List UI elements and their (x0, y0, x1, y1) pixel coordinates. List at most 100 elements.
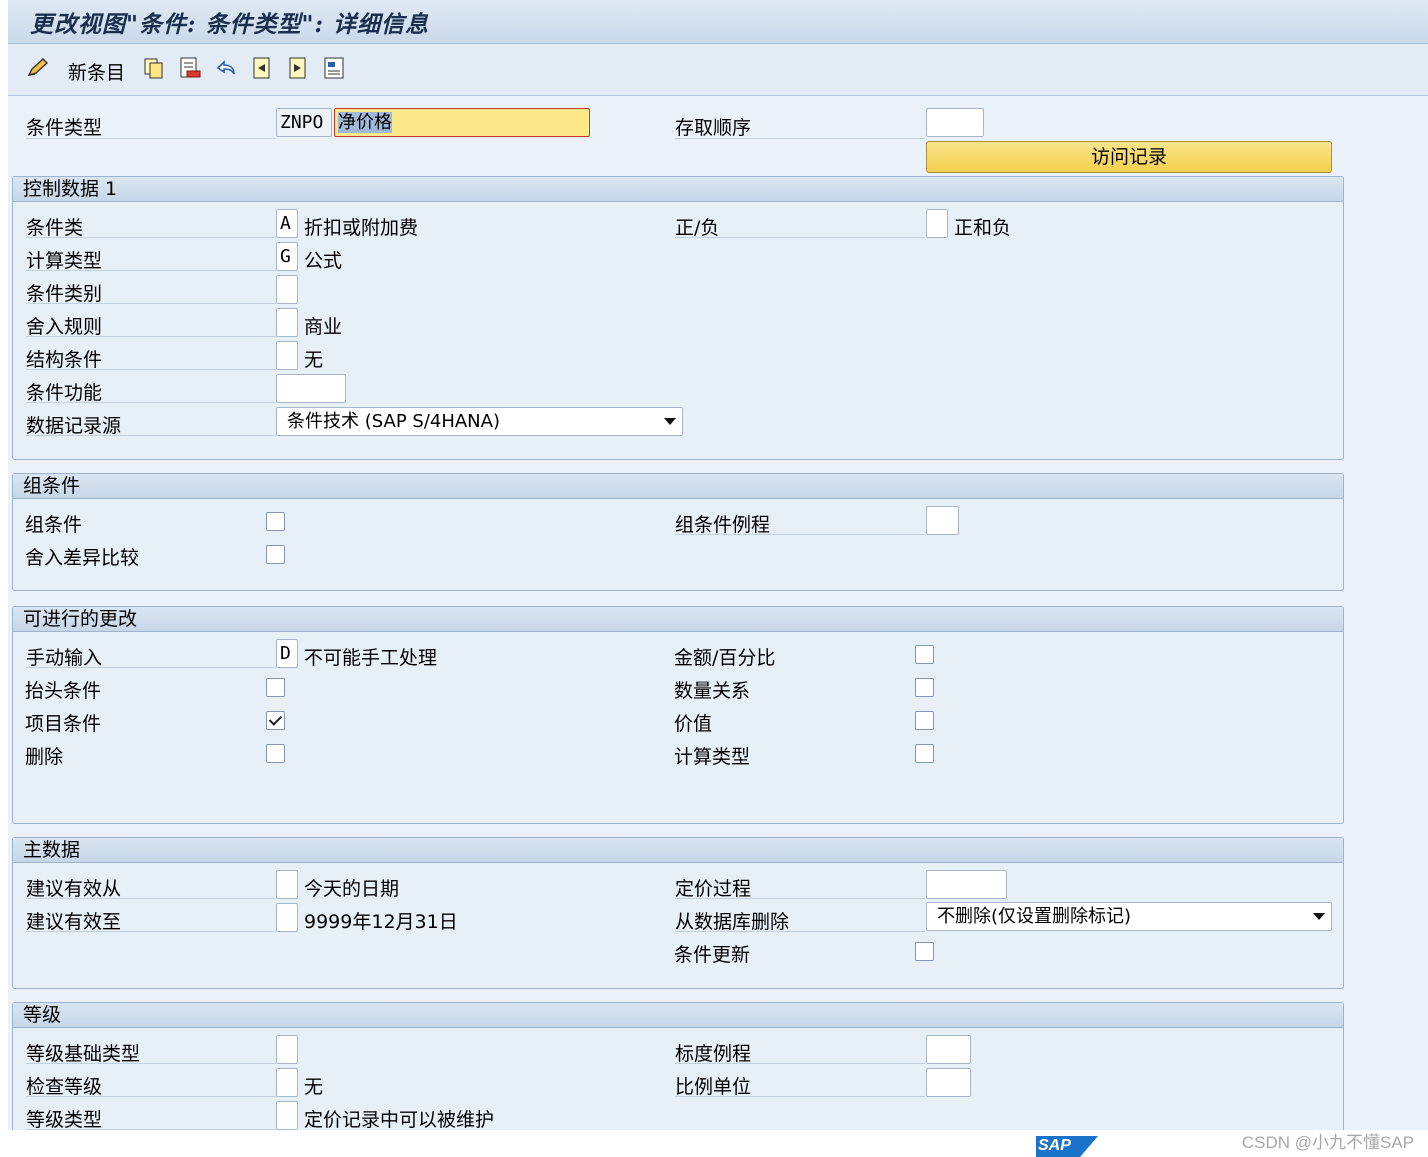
label-underline (675, 534, 925, 535)
chevron-down-icon[interactable] (664, 418, 676, 425)
scale-routine-label: 标度例程 (675, 1043, 752, 1065)
rounding-rule-text: 商业 (304, 316, 343, 338)
group-condition-checkbox[interactable] (266, 512, 285, 531)
pricing-procedure-field[interactable] (926, 870, 1007, 899)
other-entry-icon[interactable] (322, 56, 346, 80)
sap-logo-text: SAP (1038, 1137, 1071, 1154)
scale-type-field[interactable] (276, 1101, 298, 1130)
scale-routine-field[interactable] (926, 1035, 971, 1064)
access-sequence-field[interactable] (926, 108, 984, 137)
label-underline (675, 898, 925, 899)
rounding-diff-label: 舍入差异比较 (25, 547, 140, 569)
data-source-dropdown[interactable]: 条件技术 (SAP S/4HANA) (276, 407, 683, 436)
rounding-diff-checkbox[interactable] (266, 545, 285, 564)
label-underline (26, 667, 276, 668)
check-scale-field[interactable] (276, 1068, 298, 1097)
label-underline (26, 402, 276, 403)
calculation-type-label: 计算类型 (26, 250, 103, 272)
quantity-relation-label: 数量关系 (674, 680, 751, 702)
check-scale-text: 无 (304, 1076, 324, 1098)
rounding-rule-label: 舍入规则 (26, 316, 103, 338)
plus-minus-label: 正/负 (675, 217, 720, 239)
label-underline (675, 931, 925, 932)
condition-function-label: 条件功能 (26, 382, 103, 404)
condition-category-field[interactable] (276, 275, 298, 304)
application-toolbar: 新条目 (8, 44, 1428, 96)
valid-from-text: 今天的日期 (304, 878, 400, 900)
watermark-text: CSDN @小九不懂SAP (1241, 1133, 1414, 1152)
item-condition-label: 项目条件 (25, 713, 102, 735)
bottom-strip: SAP CSDN @小九不懂SAP (0, 1130, 1428, 1157)
copy-icon[interactable] (142, 56, 166, 80)
label-underline (26, 369, 276, 370)
condition-function-field[interactable] (276, 374, 346, 403)
header-condition-checkbox[interactable] (266, 678, 285, 697)
group-header: 组条件 (13, 474, 1343, 499)
valid-to-text: 9999年12月31日 (304, 911, 458, 933)
label-underline (26, 931, 276, 932)
delete-label: 删除 (25, 746, 64, 768)
scale-type-text: 定价记录中可以被维护 (304, 1109, 495, 1131)
label-underline (26, 435, 276, 436)
label-underline (675, 1096, 925, 1097)
label-underline (26, 1063, 276, 1064)
chevron-down-icon[interactable] (1313, 913, 1325, 920)
next-icon[interactable] (286, 56, 310, 80)
delete-icon[interactable] (178, 56, 202, 80)
delete-from-db-dropdown[interactable]: 不删除(仅设置删除标记) (926, 902, 1332, 931)
amount-percent-checkbox[interactable] (915, 645, 934, 664)
value-checkbox[interactable] (915, 711, 934, 730)
valid-to-field[interactable] (276, 903, 298, 932)
calc-type-change-label: 计算类型 (674, 746, 751, 768)
quantity-relation-checkbox[interactable] (915, 678, 934, 697)
edit-icon[interactable] (26, 56, 50, 80)
delete-checkbox[interactable] (266, 744, 285, 763)
undo-icon[interactable] (214, 56, 238, 80)
label-underline (26, 138, 276, 139)
calc-type-change-checkbox[interactable] (915, 744, 934, 763)
plus-minus-field[interactable] (926, 209, 948, 238)
group-header: 控制数据 1 (13, 177, 1343, 202)
structure-condition-label: 结构条件 (26, 349, 103, 371)
data-source-value: 条件技术 (SAP S/4HANA) (287, 411, 500, 432)
new-entry-button[interactable]: 新条目 (68, 58, 125, 85)
delete-from-db-label: 从数据库删除 (675, 911, 790, 933)
previous-icon[interactable] (250, 56, 274, 80)
calculation-type-field[interactable]: G (276, 242, 298, 271)
group-routine-label: 组条件例程 (675, 514, 771, 536)
label-underline (26, 898, 276, 899)
plus-minus-text: 正和负 (954, 217, 1012, 239)
valid-from-field[interactable] (276, 870, 298, 899)
group-routine-field[interactable] (926, 506, 959, 535)
condition-update-label: 条件更新 (674, 944, 751, 966)
scale-type-label: 等级类型 (26, 1109, 103, 1131)
condition-category-label: 条件类别 (26, 283, 103, 305)
page-title: 更改视图"条件: 条件类型": 详细信息 (30, 11, 429, 38)
scale-unit-field[interactable] (926, 1068, 971, 1097)
group-header: 主数据 (13, 838, 1343, 863)
value-label: 价值 (674, 713, 713, 735)
condition-type-name-field[interactable]: 净价格 (334, 108, 590, 137)
condition-type-name-text: 净价格 (338, 112, 392, 133)
structure-condition-field[interactable] (276, 341, 298, 370)
title-bar: 更改视图"条件: 条件类型": 详细信息 (8, 0, 1428, 44)
manual-entry-text: 不可能手工处理 (304, 647, 438, 669)
rounding-rule-field[interactable] (276, 308, 298, 337)
calculation-type-text: 公式 (304, 250, 343, 272)
condition-update-checkbox[interactable] (915, 942, 934, 961)
condition-type-code-field: ZNPO (276, 108, 332, 137)
access-records-button[interactable]: 访问记录 (926, 141, 1332, 173)
access-sequence-label: 存取顺序 (675, 117, 752, 139)
group-header: 可进行的更改 (13, 607, 1343, 632)
amount-percent-label: 金额/百分比 (674, 647, 776, 669)
condition-class-field[interactable]: A (276, 209, 298, 238)
item-condition-checkbox[interactable] (266, 711, 285, 730)
data-source-label: 数据记录源 (26, 415, 122, 437)
manual-entry-field[interactable]: D (276, 639, 298, 668)
structure-condition-text: 无 (304, 349, 324, 371)
manual-entry-label: 手动输入 (26, 647, 103, 669)
label-underline (26, 303, 276, 304)
group-condition-label: 组条件 (25, 514, 83, 536)
header-condition-label: 抬头条件 (25, 680, 102, 702)
scale-base-type-field[interactable] (276, 1035, 298, 1064)
